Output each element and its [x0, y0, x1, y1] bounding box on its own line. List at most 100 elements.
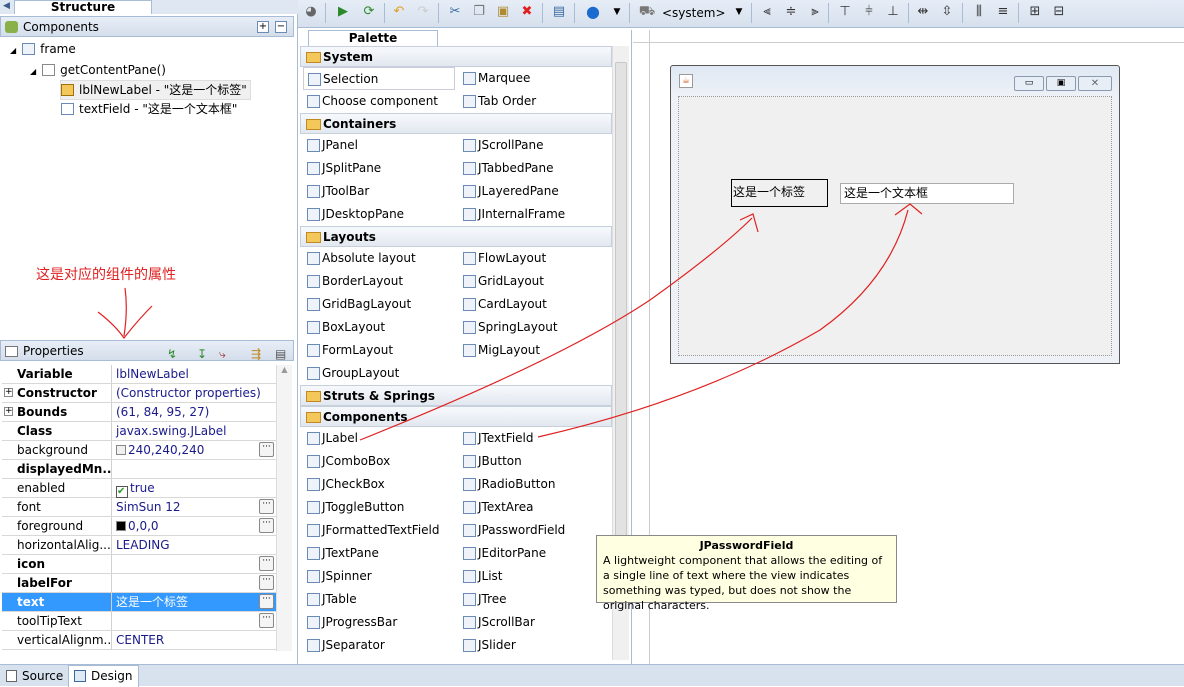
collapse-all-icon[interactable]: − [275, 21, 287, 33]
palette-item[interactable]: GroupLayout [303, 362, 399, 385]
property-value[interactable]: ✔ true [113, 479, 276, 498]
jlabel-preview[interactable]: 这是一个标签 [731, 179, 828, 207]
palette-item[interactable]: JTextArea [459, 496, 533, 519]
palette-item[interactable]: JTextPane [303, 542, 379, 565]
palette-item[interactable]: BoxLayout [303, 316, 385, 339]
tree-item-label[interactable]: lblNewLabel - "这是一个标签" [60, 80, 251, 100]
globe-icon[interactable]: ● [584, 3, 602, 21]
palette-item[interactable]: JSlider [459, 634, 516, 657]
palette-item[interactable]: JToolBar [303, 180, 369, 203]
locale-dropdown[interactable]: <system> [662, 6, 726, 20]
palette-category[interactable]: Struts & Springs [300, 385, 612, 406]
paste-icon[interactable]: ▣ [494, 3, 512, 21]
property-row[interactable]: Class javax.swing.JLabel [2, 422, 276, 441]
locale-dropdown-arrow-icon[interactable]: ▼ [730, 3, 748, 21]
palette-item[interactable]: JTable [303, 588, 357, 611]
checkbox-icon[interactable]: ✔ [116, 486, 128, 498]
property-row[interactable]: horizontalAlig... LEADING [2, 536, 276, 555]
align-left-icon[interactable]: ⫷ [758, 3, 776, 21]
palette-item[interactable]: CardLayout [459, 293, 547, 316]
space-horizontal-icon[interactable]: ⫼ [970, 3, 988, 21]
property-value[interactable]: CENTER [113, 631, 276, 649]
align-center-icon[interactable]: ≑ [782, 3, 800, 21]
palette-item[interactable]: GridBagLayout [303, 293, 411, 316]
property-row[interactable]: background 240,240,240 ··· [2, 441, 276, 460]
palette-item[interactable]: Choose component [303, 90, 438, 113]
property-value[interactable]: 0,0,0 [113, 517, 276, 535]
align-top-icon[interactable]: ⊤ [836, 3, 854, 21]
tab-design[interactable]: Design [68, 665, 140, 687]
palette-category[interactable]: System [300, 46, 612, 67]
property-row[interactable]: toolTipText ··· [2, 612, 276, 631]
palette-category[interactable]: Layouts [300, 226, 612, 247]
property-row[interactable]: text 这是一个标签 ··· [2, 593, 276, 612]
edit-button[interactable]: ··· [259, 518, 274, 533]
property-value[interactable]: (Constructor properties) [113, 384, 276, 402]
center-vertical-icon[interactable]: ⊟ [1050, 3, 1068, 21]
palette-item[interactable]: JEditorPane [459, 542, 546, 565]
minimize-button[interactable]: ▭ [1014, 76, 1044, 91]
palette-item[interactable]: JPanel [303, 134, 358, 157]
undo-icon[interactable]: ↶ [390, 3, 408, 21]
property-value[interactable]: 这是一个标签 [113, 593, 276, 611]
palette-item[interactable]: Marquee [459, 67, 530, 90]
palette-item[interactable]: FlowLayout [459, 247, 546, 270]
palette-item[interactable]: JCheckBox [303, 473, 385, 496]
refresh-icon[interactable]: ⟳ [360, 3, 378, 21]
palette-item[interactable]: JTabbedPane [459, 157, 554, 180]
redo-icon[interactable]: ↷ [414, 3, 432, 21]
palette-item[interactable]: JTree [459, 588, 507, 611]
palette-item[interactable]: JComboBox [303, 450, 390, 473]
align-middle-icon[interactable]: ⫩ [860, 3, 878, 21]
property-value[interactable]: LEADING [113, 536, 276, 554]
edit-button[interactable]: ··· [259, 499, 274, 514]
align-right-icon[interactable]: ⫸ [806, 3, 824, 21]
property-value[interactable]: (61, 84, 95, 27) [113, 403, 276, 421]
palette-item[interactable]: Selection [303, 67, 455, 90]
generate-icon[interactable]: ▶ [334, 3, 352, 21]
edit-button[interactable]: ··· [259, 575, 274, 590]
property-row[interactable]: enabled ✔ true [2, 479, 276, 498]
property-value[interactable]: lblNewLabel [113, 365, 276, 383]
property-row[interactable]: verticalAlignm... CENTER [2, 631, 276, 650]
palette-item[interactable]: MigLayout [459, 339, 540, 362]
palette-item[interactable]: JDesktopPane [303, 203, 404, 226]
palette-item[interactable]: FormLayout [303, 339, 393, 362]
property-row[interactable]: displayedMn... [2, 460, 276, 479]
same-width-icon[interactable]: ⇹ [914, 3, 932, 21]
palette-item[interactable]: GridLayout [459, 270, 544, 293]
palette-item[interactable]: JProgressBar [303, 611, 397, 634]
test-gui-icon[interactable]: ◕ [302, 3, 320, 21]
palette-item[interactable]: JLabel [303, 427, 358, 450]
content-pane[interactable]: 这是一个标签 这是一个文本框 [678, 96, 1112, 356]
palette-item[interactable]: JPasswordField [459, 519, 565, 542]
tree-item-frame[interactable]: ◢ frame [10, 40, 76, 60]
property-value[interactable]: SimSun 12 [113, 498, 276, 516]
palette-item[interactable]: JSpinner [303, 565, 372, 588]
palette-item[interactable]: JList [459, 565, 503, 588]
property-row[interactable]: icon ··· [2, 555, 276, 574]
tab-source[interactable]: Source [2, 667, 67, 686]
palette-item[interactable]: JToggleButton [303, 496, 404, 519]
palette-item[interactable]: JSplitPane [303, 157, 381, 180]
palette-item[interactable]: JButton [459, 450, 522, 473]
convert-local-icon[interactable]: ↧ [197, 344, 207, 364]
maximize-button[interactable]: ▣ [1046, 76, 1076, 91]
property-row[interactable]: + Constructor (Constructor properties) [2, 384, 276, 403]
convert-field-icon[interactable]: ⤷ [219, 344, 226, 364]
palette-item[interactable]: BorderLayout [303, 270, 403, 293]
palette-item[interactable]: JLayeredPane [459, 180, 559, 203]
edit-button[interactable]: ··· [259, 594, 274, 609]
palette-scroll-thumb[interactable] [615, 62, 627, 582]
properties-scrollbar[interactable]: ▲ [276, 365, 292, 651]
palette-item[interactable]: JInternalFrame [459, 203, 565, 226]
property-row[interactable]: font SimSun 12 ··· [2, 498, 276, 517]
center-horizontal-icon[interactable]: ⊞ [1026, 3, 1044, 21]
palette-item[interactable]: JTextField [459, 427, 534, 450]
cut-icon[interactable]: ✂ [446, 3, 464, 21]
palette-item[interactable]: Absolute layout [303, 247, 416, 270]
palette-item[interactable]: JScrollBar [459, 611, 535, 634]
property-row[interactable]: + Bounds (61, 84, 95, 27) [2, 403, 276, 422]
property-value[interactable]: 240,240,240 [113, 441, 276, 459]
delete-icon[interactable]: ✖ [518, 3, 536, 21]
